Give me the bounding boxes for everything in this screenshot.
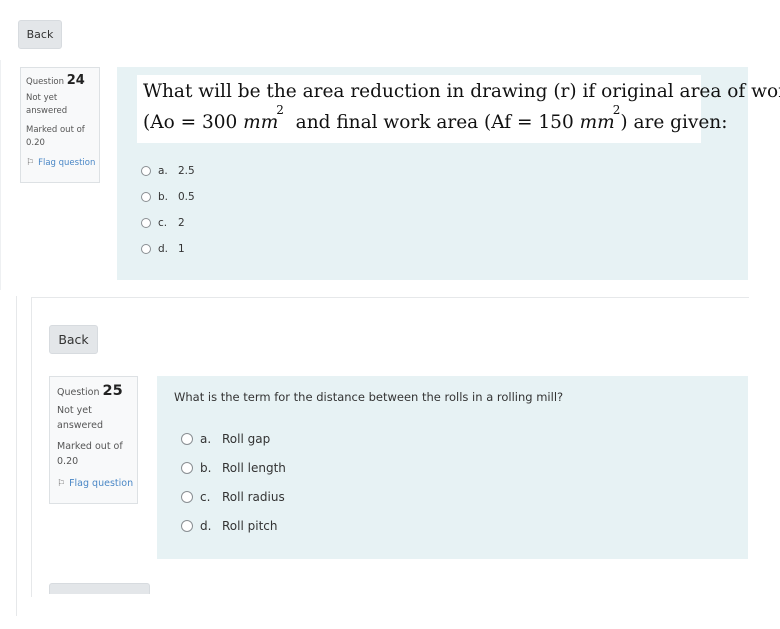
divider <box>31 297 32 597</box>
question-label: Question <box>26 77 65 87</box>
flag-label: Flag question <box>38 158 96 168</box>
flag-label: Flag question <box>69 478 134 489</box>
answer-option-b[interactable]: b. Roll length <box>181 461 286 475</box>
option-text: Roll radius <box>222 490 285 504</box>
text-part: ) are given: <box>620 112 728 133</box>
next-button-partial[interactable] <box>49 583 150 594</box>
radio-button[interactable] <box>181 491 193 503</box>
superscript: 2 <box>612 103 621 117</box>
question-label: Question <box>57 387 100 398</box>
answer-option-d[interactable]: d. 1 <box>141 243 185 255</box>
radio-button[interactable] <box>181 462 193 474</box>
radio-button[interactable] <box>141 244 151 254</box>
marks-value: 0.20 <box>26 138 45 148</box>
question-number-value: 25 <box>102 383 123 399</box>
radio-button[interactable] <box>181 520 193 532</box>
option-letter: c. <box>200 490 211 504</box>
option-text: 0.5 <box>178 191 195 203</box>
question-info-24: Question 24 Not yet answered Marked out … <box>20 67 100 183</box>
option-letter: d. <box>200 519 212 533</box>
radio-button[interactable] <box>141 166 151 176</box>
option-letter: a. <box>158 165 168 177</box>
divider <box>0 60 1 290</box>
answer-option-c[interactable]: c. 2 <box>141 217 185 229</box>
option-letter: a. <box>200 432 212 446</box>
question-number: Question 24 <box>26 73 99 88</box>
flag-icon: ⚐ <box>57 478 66 489</box>
state-line: answered <box>57 420 103 431</box>
state-line: Not yet <box>26 93 58 103</box>
back-button[interactable]: Back <box>18 20 62 49</box>
flag-question-link[interactable]: ⚐ Flag question <box>57 478 137 489</box>
question-number: Question 25 <box>57 383 137 399</box>
option-text: 2.5 <box>178 165 195 177</box>
flag-icon: ⚐ <box>26 158 35 168</box>
question-text: What is the term for the distance betwee… <box>174 390 564 404</box>
answer-option-a[interactable]: a. Roll gap <box>181 432 270 446</box>
radio-button[interactable] <box>181 433 193 445</box>
question-info-25: Question 25 Not yet answered Marked out … <box>49 376 138 504</box>
divider <box>31 297 749 298</box>
question-text-line: What will be the area reduction in drawi… <box>143 81 780 102</box>
marks-label: Marked out of <box>57 441 123 452</box>
option-text: Roll pitch <box>222 519 278 533</box>
question-state: Not yet answered <box>57 403 137 433</box>
option-letter: b. <box>200 461 212 475</box>
question-state: Not yet answered <box>26 92 99 118</box>
marks-label: Marked out of <box>26 125 85 135</box>
option-text: 1 <box>178 243 185 255</box>
answer-option-b[interactable]: b. 0.5 <box>141 191 195 203</box>
superscript: 2 <box>276 103 284 117</box>
option-letter: d. <box>158 243 169 255</box>
option-letter: b. <box>158 191 169 203</box>
answer-option-c[interactable]: c. Roll radius <box>181 490 285 504</box>
question-text-image: What will be the area reduction in drawi… <box>137 75 780 143</box>
text-part: and final work area (Af = 150 <box>283 112 580 133</box>
question-marks: Marked out of 0.20 <box>26 124 99 150</box>
state-line: Not yet <box>57 405 92 416</box>
question-text-line: (Ao = 300 mm2 and final work area (Af = … <box>143 103 728 133</box>
sidebar-edge <box>0 296 17 616</box>
state-line: answered <box>26 106 68 116</box>
question-number-value: 24 <box>66 73 85 88</box>
marks-value: 0.20 <box>57 456 79 467</box>
unit: mm <box>579 112 615 133</box>
radio-button[interactable] <box>141 218 151 228</box>
question-marks: Marked out of 0.20 <box>57 439 137 469</box>
unit: mm <box>243 112 279 133</box>
option-text: 2 <box>178 217 185 229</box>
option-text: Roll gap <box>222 432 271 446</box>
radio-button[interactable] <box>141 192 151 202</box>
answer-option-d[interactable]: d. Roll pitch <box>181 519 277 533</box>
back-button[interactable]: Back <box>49 325 98 354</box>
option-text: Roll length <box>222 461 286 475</box>
option-letter: c. <box>158 217 168 229</box>
text-part: (Ao = 300 <box>143 112 244 133</box>
answer-option-a[interactable]: a. 2.5 <box>141 165 195 177</box>
flag-question-link[interactable]: ⚐ Flag question <box>26 158 99 168</box>
